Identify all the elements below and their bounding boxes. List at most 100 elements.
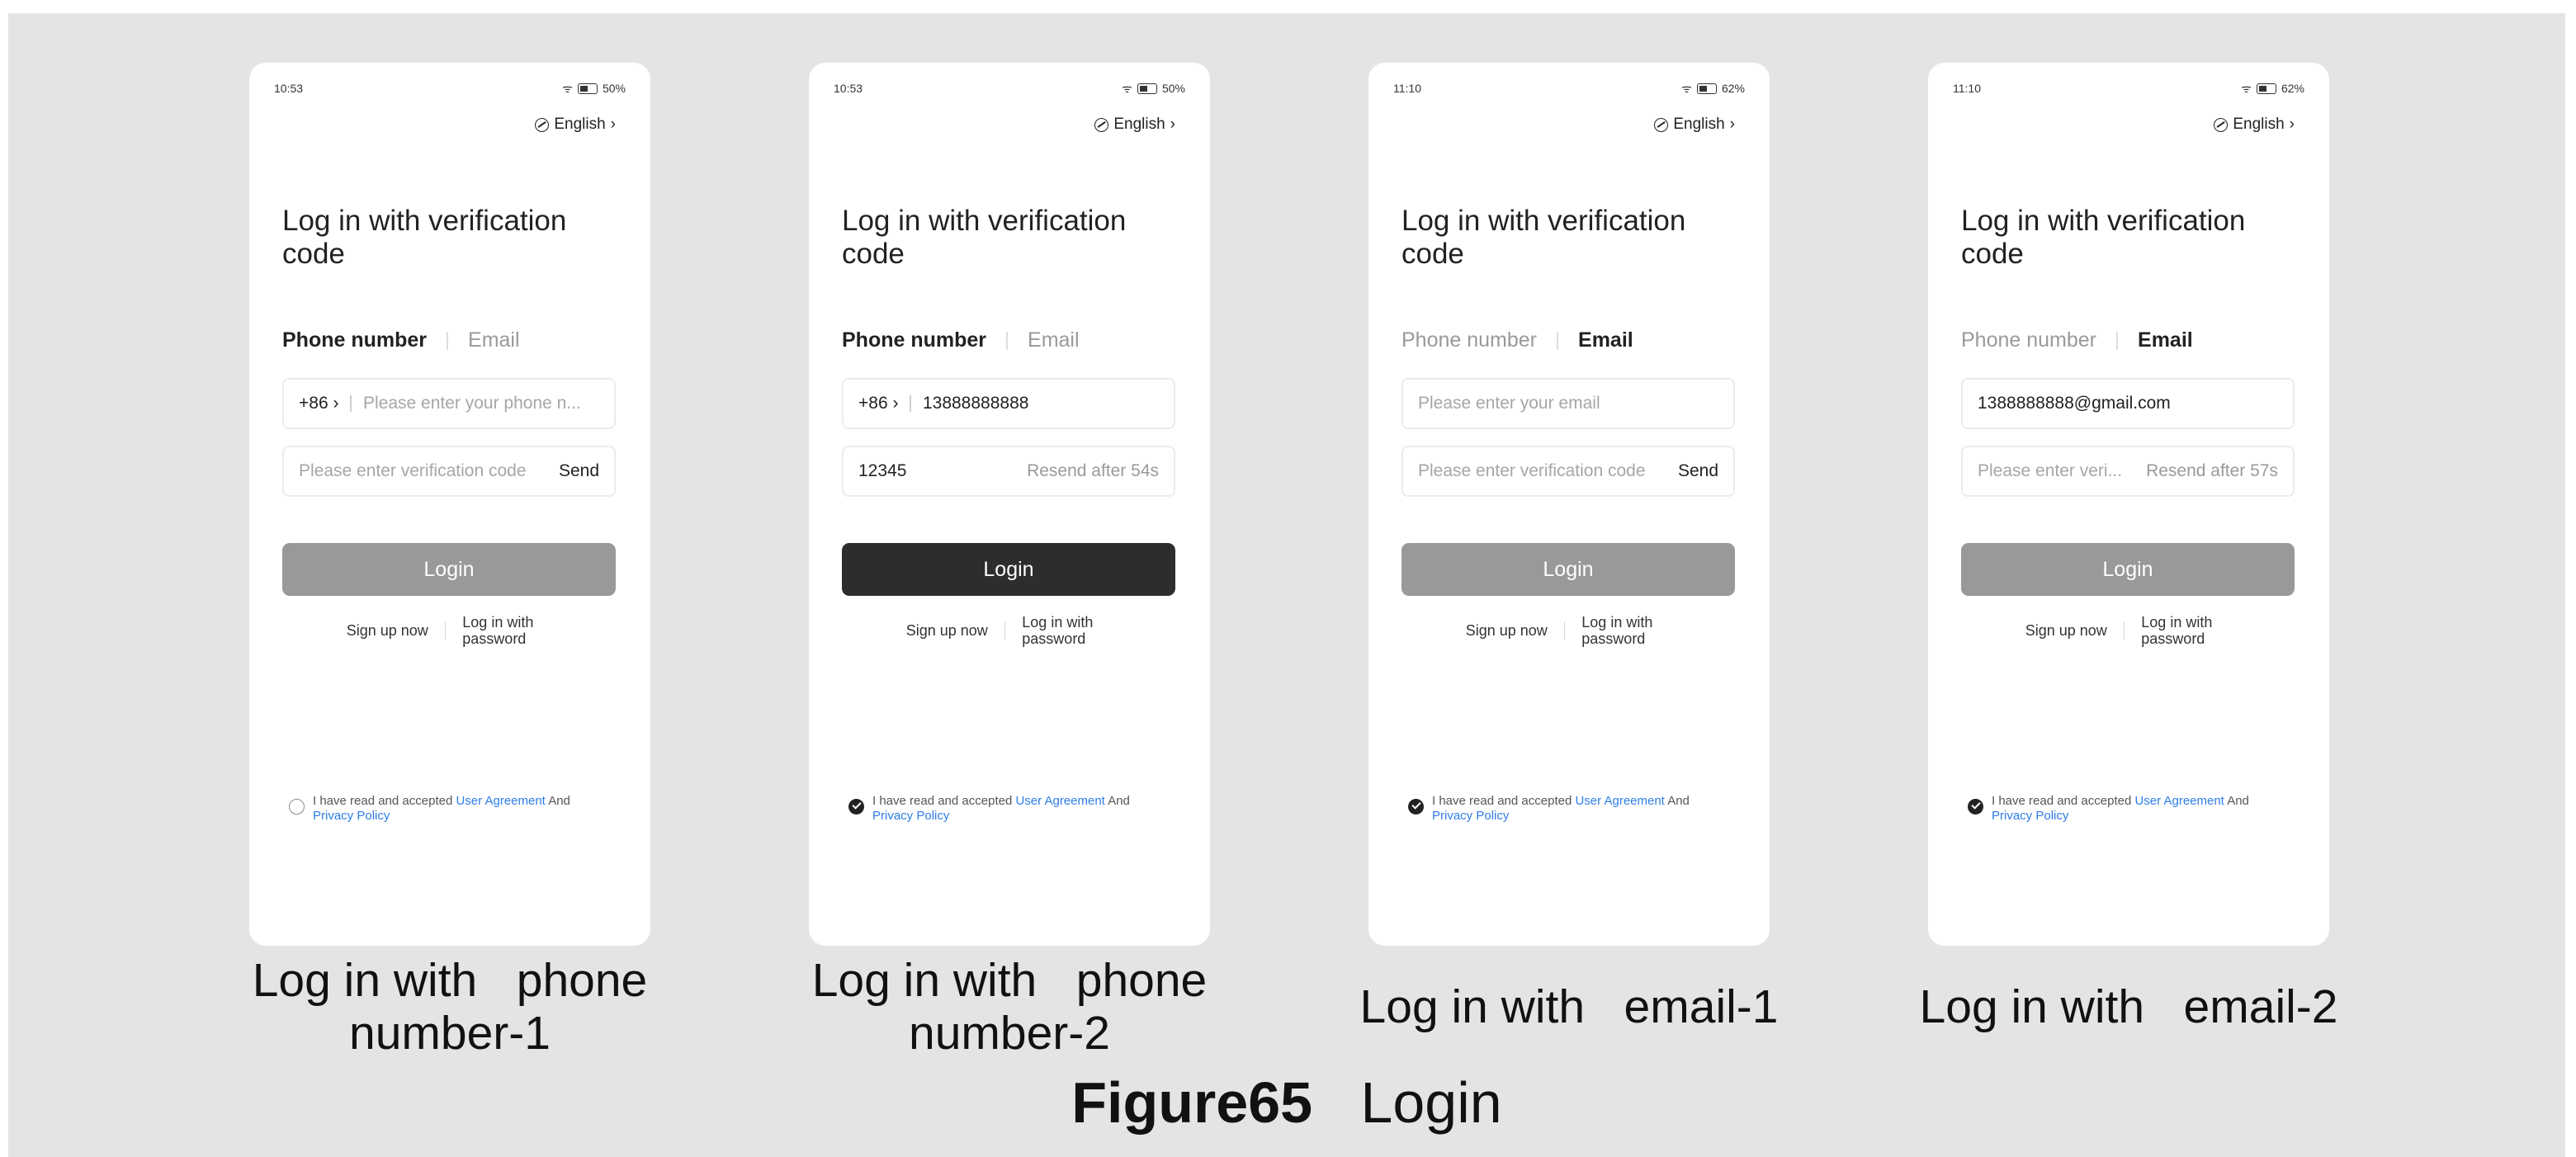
battery-icon [577,83,598,94]
country-code-selector[interactable]: +86 › [858,394,898,413]
verification-code-input[interactable]: Please enter verification code Send [1401,446,1735,497]
verification-code-input[interactable]: Please enter veri... Resend after 57s [1961,446,2295,497]
email-placeholder: Please enter your email [1418,394,1600,413]
chevron-right-icon: › [2289,116,2295,133]
user-agreement-link[interactable]: User Agreement [456,794,545,808]
sign-up-link[interactable]: Sign up now [347,622,428,640]
send-code-button[interactable]: Send [551,461,599,481]
user-agreement-link[interactable]: User Agreement [1575,794,1664,808]
phone-input[interactable]: +86 › Please enter your phone n... [282,378,616,429]
globe-icon [2214,117,2229,132]
agreement-checkbox[interactable] [1408,799,1424,815]
privacy-policy-link[interactable]: Privacy Policy [1992,809,2068,823]
globe-icon [1654,117,1669,132]
tab-phone-number[interactable]: Phone number [282,328,427,352]
language-selector[interactable]: English › [1654,116,1735,134]
agreement-and: And [545,794,570,808]
screen-caption-4: Log in with email-2 [1919,980,2338,1033]
status-time: 11:10 [1953,82,1981,95]
signal-icon: ᯤ [562,81,573,95]
privacy-policy-link[interactable]: Privacy Policy [1432,809,1509,823]
login-button[interactable]: Login [282,543,616,596]
agreement-checkbox[interactable] [1968,799,1983,815]
link-divider [1004,621,1006,640]
language-selector[interactable]: English › [2214,116,2295,134]
privacy-policy-link[interactable]: Privacy Policy [872,809,949,823]
globe-icon [1094,117,1109,132]
chevron-right-icon: › [1170,116,1175,133]
tab-divider [1557,331,1559,350]
code-placeholder: Please enter verification code [299,461,527,480]
login-method-tabs: Phone number Email [282,328,520,352]
privacy-policy-link[interactable]: Privacy Policy [313,809,390,823]
figure-number: Figure65 [1071,1070,1313,1135]
status-bar: 11:10 ᯤ 62% [1953,79,2304,97]
agreement-row: I have read and accepted User Agreement … [1408,794,1738,824]
language-label: English [1673,116,1725,133]
language-label: English [554,116,606,133]
password-login-link[interactable]: Log in with password [1022,614,1113,647]
status-bar: 10:53 ᯤ 50% [834,79,1185,97]
status-bar: 10:53 ᯤ 50% [274,79,626,97]
language-selector[interactable]: English › [1094,116,1175,134]
secondary-links: Sign up now Log in with password [1928,614,2329,647]
agreement-row: I have read and accepted User Agreement … [848,794,1179,824]
code-placeholder: Please enter verification code [1418,461,1646,480]
verification-code-input[interactable]: Please enter verification code Send [282,446,616,497]
globe-icon [535,117,550,132]
phone-screen-1: 10:53 ᯤ 50% English › Log in with verifi… [249,63,650,946]
secondary-links: Sign up now Log in with password [809,614,1210,647]
phone-screen-4: 11:10 ᯤ 62% English › Log in with verifi… [1928,63,2329,946]
link-divider [1563,621,1566,640]
status-time: 11:10 [1393,82,1421,95]
agreement-prefix: I have read and accepted [313,794,456,808]
status-icons: ᯤ 62% [1681,81,1745,97]
password-login-link[interactable]: Log in with password [2141,614,2232,647]
phone-value: 13888888888 [922,394,1029,413]
tab-phone-number[interactable]: Phone number [842,328,986,352]
agreement-row: I have read and accepted User Agreement … [289,794,619,824]
status-icons: ᯤ 50% [562,81,626,97]
phone-input[interactable]: +86 › 13888888888 [842,378,1175,429]
email-input[interactable]: 1388888888@gmail.com [1961,378,2295,429]
language-selector[interactable]: English › [535,116,616,134]
sign-up-link[interactable]: Sign up now [2025,622,2107,640]
login-method-tabs: Phone number Email [842,328,1080,352]
signal-icon: ᯤ [1122,81,1132,95]
login-button[interactable]: Login [1961,543,2295,596]
sign-up-link[interactable]: Sign up now [1466,622,1548,640]
country-code-selector[interactable]: +86 › [299,394,338,413]
verification-code-input[interactable]: 12345 Resend after 54s [842,446,1175,497]
tab-phone-number[interactable]: Phone number [1401,328,1537,352]
send-code-button[interactable]: Send [1670,461,1718,481]
page-title: Log in with verification code [842,205,1127,270]
country-code: +86 [858,394,888,413]
tab-email[interactable]: Email [1028,328,1080,352]
tab-phone-number[interactable]: Phone number [1961,328,2096,352]
signal-icon: ᯤ [1681,81,1692,95]
user-agreement-link[interactable]: User Agreement [1015,794,1104,808]
battery-percent: 62% [1721,82,1745,95]
user-agreement-link[interactable]: User Agreement [2134,794,2224,808]
login-button[interactable]: Login [842,543,1175,596]
email-input[interactable]: Please enter your email [1401,378,1735,429]
tab-email[interactable]: Email [468,328,520,352]
login-button[interactable]: Login [1401,543,1735,596]
battery-percent: 50% [1161,82,1185,95]
password-login-link[interactable]: Log in with password [462,614,553,647]
secondary-links: Sign up now Log in with password [1368,614,1770,647]
agreement-checkbox[interactable] [848,799,864,815]
agreement-and: And [1104,794,1130,808]
resend-countdown: Resend after 57s [2146,461,2278,480]
tab-email[interactable]: Email [2138,328,2193,352]
signal-icon: ᯤ [2241,81,2252,95]
agreement-checkbox[interactable] [289,799,305,815]
country-code: +86 [299,394,328,413]
agreement-prefix: I have read and accepted [872,794,1016,808]
tab-divider [1006,331,1009,350]
secondary-links: Sign up now Log in with password [249,614,650,647]
sign-up-link[interactable]: Sign up now [906,622,988,640]
password-login-link[interactable]: Log in with password [1581,614,1672,647]
figure-panel: 10:53 ᯤ 50% English › Log in with verifi… [8,13,2565,1157]
tab-email[interactable]: Email [1578,328,1633,352]
